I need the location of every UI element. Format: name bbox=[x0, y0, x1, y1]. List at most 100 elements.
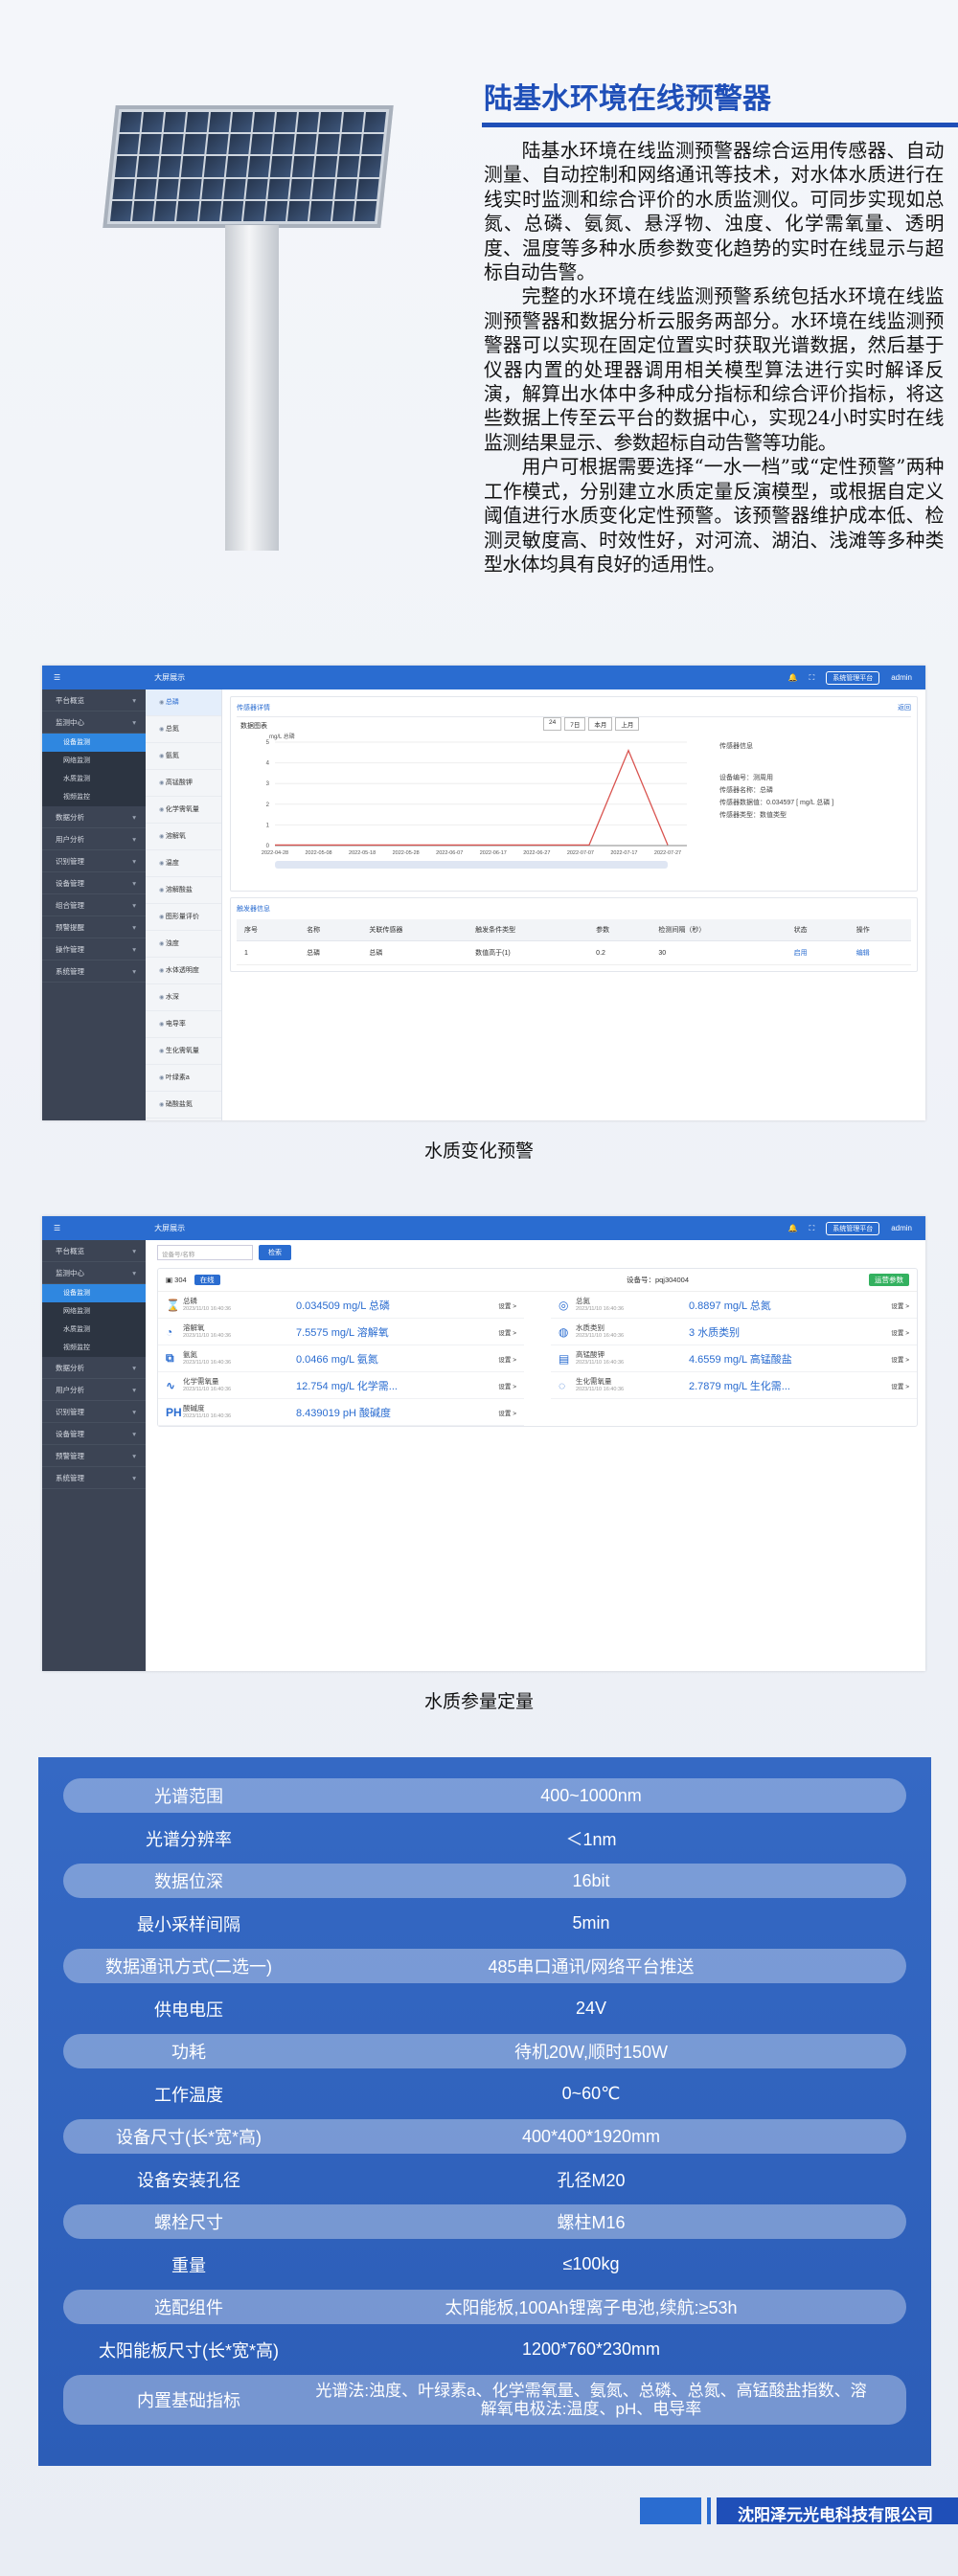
table-cell: 0.2 bbox=[588, 940, 651, 965]
param-menu-item[interactable]: 硝酸盐氮 bbox=[146, 1092, 221, 1119]
sensor-panel: 传感器详情 返回 数据图表 24 7日 本月 上月 mg/L 总磷 0 1 2 3 4 5 2… bbox=[230, 696, 918, 892]
sidebar-item[interactable]: 平台概览 bbox=[42, 1240, 146, 1262]
table-header: 检测间隔（秒） bbox=[650, 919, 787, 941]
back-link[interactable]: 返回 bbox=[898, 703, 911, 712]
sidebar-item[interactable]: 用户分析 bbox=[42, 1379, 146, 1401]
param-name: 总氮 2023/11/10 16:40:36 bbox=[576, 1297, 689, 1314]
sidebar-sub-item[interactable]: 水质监测 bbox=[42, 1321, 146, 1339]
spec-row: 选配组件 太阳能板,100Ah锂离子电池,续航:≥53h bbox=[63, 2290, 906, 2324]
sidebar-sub-item[interactable]: 设备监测 bbox=[42, 1284, 146, 1302]
param-time: 2023/11/10 16:40:36 bbox=[576, 1305, 625, 1312]
sidebar-item[interactable]: 预警提醒 bbox=[42, 916, 146, 938]
sidebar-item[interactable]: 识别管理 bbox=[42, 850, 146, 872]
spec-value: 485串口通讯/网络平台推送 bbox=[488, 1957, 695, 1977]
settings-link[interactable]: 设置 > bbox=[498, 1408, 516, 1417]
company-name: 沈阳泽元光电科技有限公司 bbox=[738, 2506, 933, 2525]
menu-icon[interactable]: ☰ bbox=[54, 673, 60, 682]
settings-link[interactable]: 设置 > bbox=[891, 1327, 909, 1337]
param-icon: ◍ bbox=[559, 1324, 569, 1339]
spec-row: 工作温度 0~60℃ bbox=[63, 2077, 906, 2112]
param-menu-item[interactable]: 水体透明度 bbox=[146, 958, 221, 984]
fullscreen-icon[interactable]: ⛶ bbox=[810, 673, 815, 683]
sidebar-sub-item[interactable]: 网络监测 bbox=[42, 1302, 146, 1321]
param-menu-item[interactable]: 溶解酸盐 bbox=[146, 877, 221, 904]
spec-key: 设备尺寸(长*宽*高) bbox=[116, 2128, 262, 2147]
table-cell[interactable]: 启用 bbox=[786, 940, 849, 965]
table-cell: 数值高于(1) bbox=[468, 940, 589, 965]
sidebar-sub-item[interactable]: 网络监测 bbox=[42, 752, 146, 770]
search-input[interactable]: 设备号/名称 bbox=[157, 1245, 253, 1260]
settings-link[interactable]: 设置 > bbox=[498, 1381, 516, 1390]
sidebar-sub-item[interactable]: 设备监测 bbox=[42, 734, 146, 752]
param-label: 溶解氧 bbox=[183, 1322, 205, 1332]
sidebar-item[interactable]: 系统管理 bbox=[42, 1467, 146, 1489]
table-header: 触发条件类型 bbox=[468, 919, 589, 941]
bell-icon[interactable]: 🔔 bbox=[788, 673, 798, 682]
param-menu-item[interactable]: 藻细度 bbox=[146, 1119, 221, 1120]
platform-button[interactable]: 系统管理平台 bbox=[826, 670, 880, 685]
sidebar-item[interactable]: 数据分析 bbox=[42, 1357, 146, 1379]
param-menu-item[interactable]: 叶绿素a bbox=[146, 1065, 221, 1092]
device-id: 304 bbox=[174, 1276, 187, 1284]
chart-zone: 数据图表 24 7日 本月 上月 mg/L 总磷 0 1 2 3 4 5 2022-04-28… bbox=[237, 717, 911, 885]
param-menu-item[interactable]: 温度 bbox=[146, 850, 221, 877]
search-button[interactable]: 检索 bbox=[259, 1245, 291, 1260]
param-menu-item[interactable]: 图形量评价 bbox=[146, 904, 221, 931]
param-menu-item[interactable]: 化学需氧量 bbox=[146, 797, 221, 824]
param-menu-item[interactable]: 生化需氧量 bbox=[146, 1038, 221, 1065]
spec-key: 设备安装孔径 bbox=[137, 2170, 240, 2190]
param-menu-item[interactable]: 总氮 bbox=[146, 716, 221, 743]
table-header: 名称 bbox=[299, 919, 362, 941]
sidebar-item[interactable]: 监测中心 bbox=[42, 712, 146, 734]
param-menu-item[interactable]: 溶解氧 bbox=[146, 824, 221, 850]
param-menu-item[interactable]: 电导率 bbox=[146, 1011, 221, 1038]
param-time: 2023/11/10 16:40:36 bbox=[183, 1412, 232, 1419]
param-menu-item[interactable]: 氨氮 bbox=[146, 743, 221, 770]
trigger-panel: 触发器信息 序号 名称 关联传感器 触发条件类型 参数 检测间隔（秒） 状态 操作 1 总磷 总磷… bbox=[230, 897, 918, 972]
sidebar-item[interactable]: 用户分析 bbox=[42, 828, 146, 850]
param-badge[interactable]: 运营参数 bbox=[869, 1274, 909, 1286]
fullscreen-icon[interactable]: ⛶ bbox=[810, 1224, 815, 1233]
user-menu[interactable]: admin bbox=[891, 1224, 912, 1232]
settings-link[interactable]: 设置 > bbox=[498, 1327, 516, 1337]
param-label: 总氮 bbox=[576, 1296, 590, 1305]
sidebar-item[interactable]: 平台概览 bbox=[42, 689, 146, 712]
sidebar-sub-item[interactable]: 视频监控 bbox=[42, 1339, 146, 1357]
sidebar-item[interactable]: 数据分析 bbox=[42, 806, 146, 828]
sidebar-sub-item[interactable]: 水质监测 bbox=[42, 770, 146, 788]
param-menu-item[interactable]: 总磷 bbox=[146, 689, 221, 716]
spec-value: ≤100kg bbox=[562, 2254, 620, 2273]
param-icon: ▤ bbox=[559, 1351, 570, 1366]
platform-button[interactable]: 系统管理平台 bbox=[826, 1221, 880, 1235]
settings-link[interactable]: 设置 > bbox=[891, 1381, 909, 1390]
settings-link[interactable]: 设置 > bbox=[498, 1354, 516, 1364]
sidebar-item[interactable]: 操作管理 bbox=[42, 938, 146, 960]
sidebar-item[interactable]: 系统管理 bbox=[42, 960, 146, 983]
bell-icon[interactable]: 🔔 bbox=[788, 1224, 798, 1232]
table-cell[interactable]: 编辑 bbox=[848, 940, 911, 965]
system-name: 大屏展示 bbox=[154, 673, 186, 682]
param-label: 酸碱度 bbox=[183, 1403, 205, 1412]
user-menu[interactable]: admin bbox=[891, 673, 912, 682]
param-menu-item[interactable]: 高锰酸钾 bbox=[146, 770, 221, 797]
sidebar-item[interactable]: 识别管理 bbox=[42, 1401, 146, 1423]
sidebar-item[interactable]: 设备管理 bbox=[42, 1423, 146, 1445]
sidebar-item[interactable]: 组合管理 bbox=[42, 894, 146, 916]
param-menu-item[interactable]: 水深 bbox=[146, 984, 221, 1011]
param-value: 8.439019 pH 酸碱度 bbox=[296, 1407, 392, 1419]
param-menu-item[interactable]: 浊度 bbox=[146, 931, 221, 958]
sidebar-item[interactable]: 监测中心 bbox=[42, 1262, 146, 1284]
param-icon: PH bbox=[166, 1405, 182, 1419]
spec-row: 供电电压 24V bbox=[63, 1992, 906, 2026]
sidebar-item[interactable]: 设备管理 bbox=[42, 872, 146, 894]
sidebar-item[interactable]: 预警管理 bbox=[42, 1445, 146, 1467]
device-card: ▣ 304 在线 设备号：pqj304004 运营参数 ⌛ 总磷 2023/11/10… bbox=[157, 1268, 918, 1427]
param-time: 2023/11/10 16:40:36 bbox=[183, 1305, 232, 1312]
sidebar-sub-item[interactable]: 视频监控 bbox=[42, 788, 146, 806]
settings-link[interactable]: 设置 > bbox=[498, 1300, 516, 1310]
menu-icon[interactable]: ☰ bbox=[54, 1224, 60, 1232]
spec-row: 数据通讯方式(二选一) 485串口通讯/网络平台推送 bbox=[63, 1949, 906, 1983]
settings-link[interactable]: 设置 > bbox=[891, 1300, 909, 1310]
table-cell: 总磷 bbox=[361, 940, 468, 965]
settings-link[interactable]: 设置 > bbox=[891, 1354, 909, 1364]
